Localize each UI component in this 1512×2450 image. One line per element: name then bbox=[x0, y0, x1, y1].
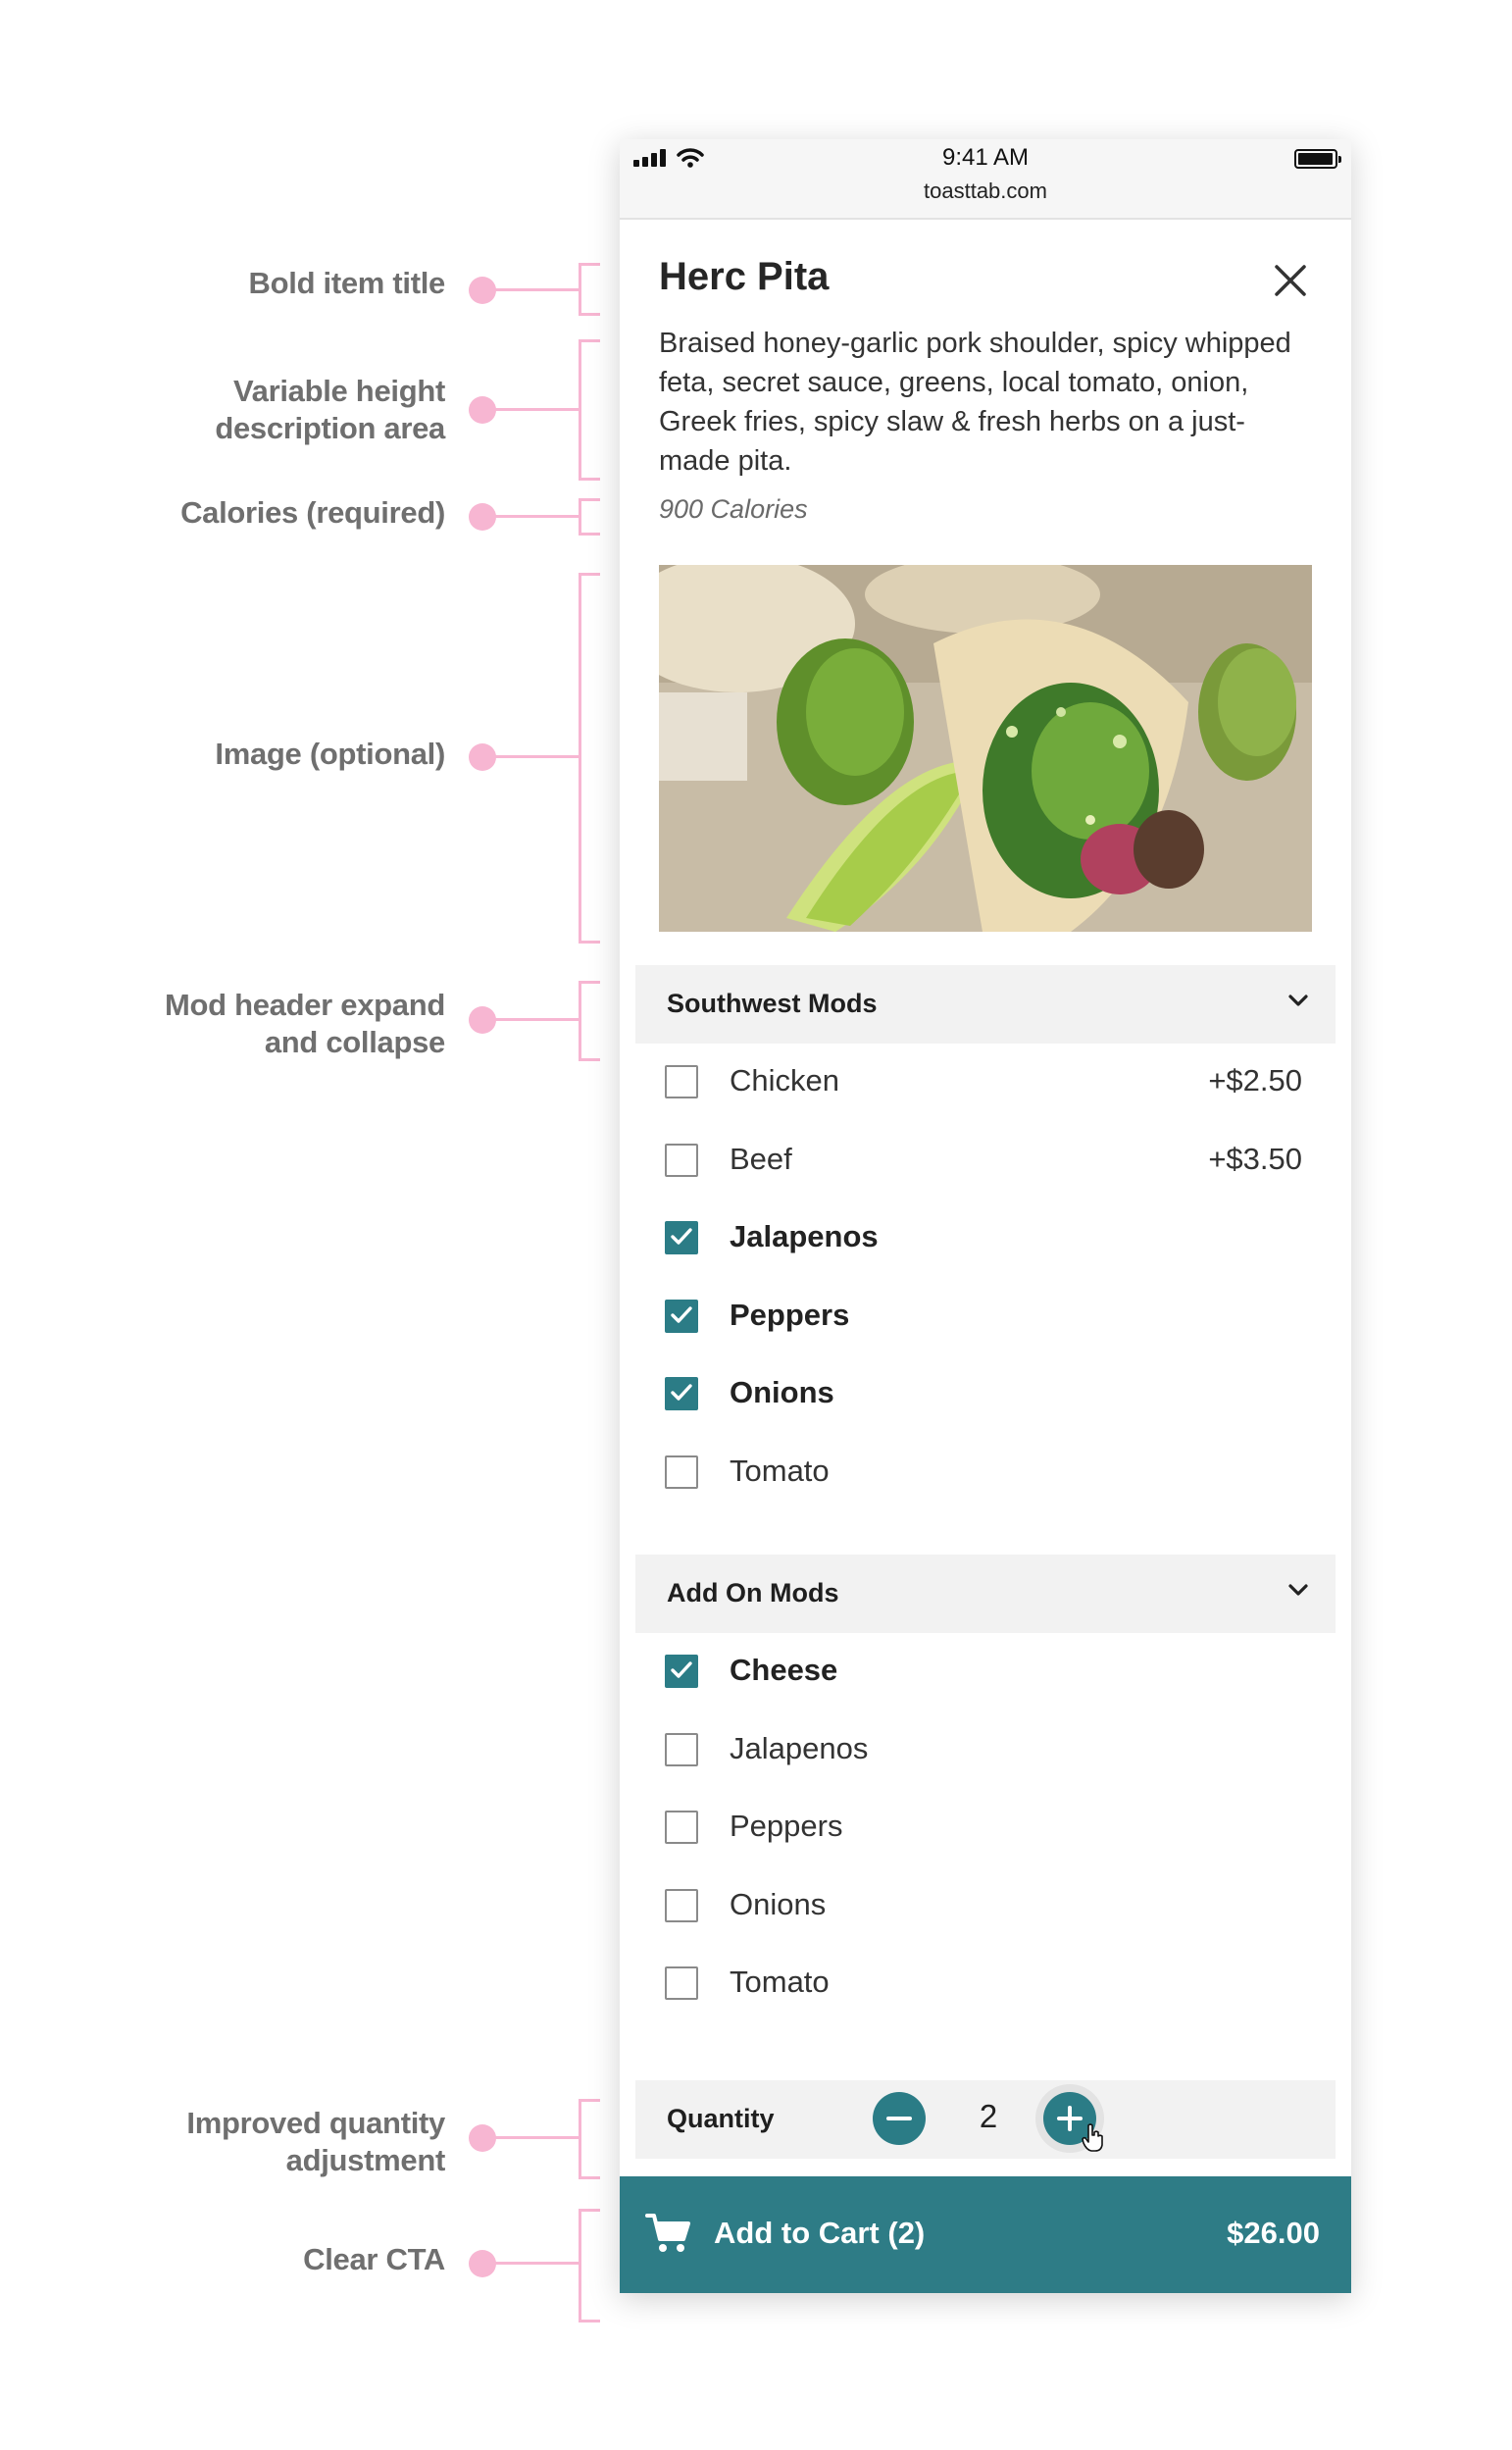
annotation-dot bbox=[469, 2124, 496, 2152]
annotation-dot bbox=[469, 2250, 496, 2277]
mod-option-label: Onions bbox=[730, 1375, 834, 1409]
mod-list-add-on: Cheese Jalapenos Peppers Onions Tomato bbox=[620, 1633, 1351, 2023]
annotation-bracket bbox=[579, 339, 600, 481]
minus-icon[interactable] bbox=[873, 2092, 926, 2145]
annotation-label: Image (optional) bbox=[215, 737, 445, 771]
quantity-stepper: Quantity 2 bbox=[635, 2080, 1336, 2159]
annotation-dot bbox=[469, 503, 496, 531]
mod-option-price: +$2.50 bbox=[1208, 1063, 1302, 1097]
mod-header-southwest[interactable]: Southwest Mods bbox=[635, 965, 1336, 1044]
annotation-connector bbox=[494, 515, 580, 518]
checkmark-icon bbox=[671, 1384, 692, 1401]
annotation-bracket bbox=[579, 2209, 600, 2322]
annotation-dot bbox=[469, 277, 496, 304]
add-to-cart-button[interactable]: Add to Cart (2) $26.00 bbox=[620, 2176, 1351, 2293]
mod-option-label: Jalapenos bbox=[730, 1730, 869, 1765]
item-title: Herc Pita bbox=[659, 255, 830, 298]
mod-option[interactable]: Peppers bbox=[620, 1789, 1351, 1867]
annotation-label: Bold item title bbox=[248, 266, 446, 300]
quantity-label: Quantity bbox=[667, 2104, 775, 2133]
mod-option[interactable]: Peppers bbox=[620, 1278, 1351, 1356]
annotation-connector bbox=[494, 288, 580, 291]
mod-option-label: Peppers bbox=[730, 1297, 850, 1332]
phone-frame: 9:41 AM toasttab.com Herc Pita Braised h… bbox=[620, 139, 1351, 2293]
mod-option[interactable]: Onions bbox=[620, 1355, 1351, 1434]
battery-icon bbox=[1294, 149, 1341, 169]
annotation-bracket bbox=[579, 981, 600, 1061]
mod-header-add-on[interactable]: Add On Mods bbox=[635, 1555, 1336, 1633]
mod-option-label: Chicken bbox=[730, 1063, 839, 1097]
checkmark-icon bbox=[671, 1228, 692, 1245]
item-description: Braised honey-garlic pork shoulder, spic… bbox=[659, 328, 1291, 477]
quantity-value: 2 bbox=[979, 2098, 998, 2134]
mod-option[interactable]: Beef +$3.50 bbox=[620, 1122, 1351, 1200]
mod-option[interactable]: Tomato bbox=[620, 1434, 1351, 1512]
mod-checkbox[interactable] bbox=[665, 1888, 698, 1922]
annotation-dot bbox=[469, 396, 496, 424]
mod-option[interactable]: Onions bbox=[620, 1867, 1351, 1946]
mod-option[interactable]: Jalapenos bbox=[620, 1199, 1351, 1278]
hand-cursor-icon bbox=[1082, 2123, 1103, 2152]
mod-list-southwest: Chicken +$2.50 Beef +$3.50 Jalapenos Peppers O… bbox=[620, 1044, 1351, 1511]
annotation-connector bbox=[494, 2136, 580, 2139]
item-calories: 900 Calories bbox=[659, 494, 808, 524]
mod-checkbox[interactable] bbox=[665, 1655, 698, 1688]
mod-option[interactable]: Tomato bbox=[620, 1945, 1351, 2023]
mod-checkbox[interactable] bbox=[665, 1299, 698, 1333]
annotation-label: Mod header expand and collapse bbox=[164, 988, 445, 1059]
annotation-connector bbox=[494, 755, 580, 758]
cta-label: Add to Cart (2) bbox=[714, 2216, 926, 2250]
mod-option-label: Tomato bbox=[730, 1453, 830, 1488]
status-time: 9:41 AM bbox=[941, 144, 1030, 171]
checkmark-icon bbox=[671, 1661, 692, 1678]
annotation-connector bbox=[494, 408, 580, 411]
mod-option[interactable]: Jalapenos bbox=[620, 1711, 1351, 1790]
annotation-label: Improved quantity adjustment bbox=[186, 2106, 445, 2177]
mod-option[interactable]: Chicken +$2.50 bbox=[620, 1044, 1351, 1122]
annotation-dot bbox=[469, 743, 496, 771]
mod-option-label: Beef bbox=[730, 1141, 792, 1176]
mod-option[interactable]: Cheese bbox=[620, 1633, 1351, 1711]
annotation-bracket bbox=[579, 2099, 600, 2179]
cta-price: $26.00 bbox=[1227, 2216, 1320, 2250]
close-icon[interactable] bbox=[1271, 261, 1310, 300]
annotation-connector bbox=[494, 1018, 580, 1021]
annotation-label: Clear CTA bbox=[303, 2242, 445, 2276]
mod-checkbox[interactable] bbox=[665, 1143, 698, 1177]
mod-option-label: Tomato bbox=[730, 1965, 830, 1999]
annotation-label: Calories (required) bbox=[180, 495, 445, 530]
mod-checkbox[interactable] bbox=[665, 1811, 698, 1844]
annotation-bracket bbox=[579, 573, 600, 944]
annotation-connector bbox=[494, 2262, 580, 2265]
cart-icon bbox=[645, 2214, 690, 2252]
mod-header-label: Add On Mods bbox=[667, 1578, 839, 1608]
food-image bbox=[659, 565, 1312, 932]
mod-option-label: Jalapenos bbox=[730, 1219, 879, 1253]
address-url[interactable]: toasttab.com bbox=[620, 179, 1351, 204]
annotation-label: Variable height description area bbox=[215, 374, 445, 445]
mod-option-price: +$3.50 bbox=[1208, 1141, 1302, 1176]
mod-checkbox[interactable] bbox=[665, 1221, 698, 1254]
chevron-down-icon bbox=[1288, 1584, 1308, 1596]
annotation-bracket bbox=[579, 263, 600, 316]
mod-option-label: Cheese bbox=[730, 1653, 838, 1687]
annotation-dot bbox=[469, 1006, 496, 1034]
mod-checkbox[interactable] bbox=[665, 1377, 698, 1410]
mod-checkbox[interactable] bbox=[665, 1455, 698, 1489]
status-bar: 9:41 AM toasttab.com bbox=[620, 139, 1351, 220]
mod-option-label: Peppers bbox=[730, 1809, 843, 1843]
mod-header-label: Southwest Mods bbox=[667, 989, 878, 1018]
mod-option-label: Onions bbox=[730, 1886, 827, 1921]
checkmark-icon bbox=[671, 1305, 692, 1323]
mod-checkbox[interactable] bbox=[665, 1065, 698, 1098]
chevron-down-icon bbox=[1288, 995, 1308, 1006]
mod-checkbox[interactable] bbox=[665, 1966, 698, 2000]
annotation-bracket bbox=[579, 498, 600, 536]
mod-checkbox[interactable] bbox=[665, 1732, 698, 1766]
